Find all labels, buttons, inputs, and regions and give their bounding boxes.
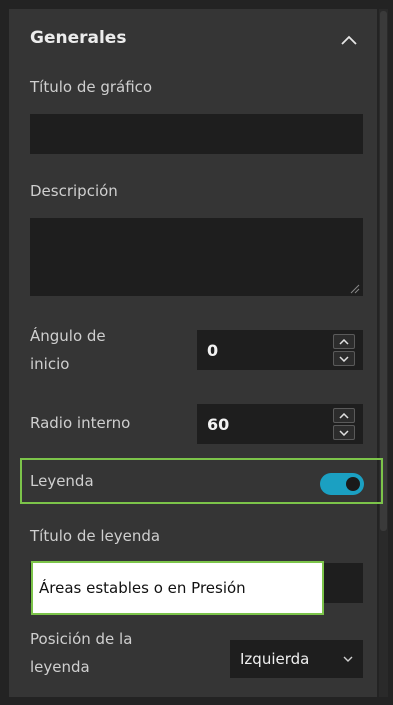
start-angle-stepper	[333, 334, 355, 366]
inner-radius-value: 60	[207, 414, 230, 434]
chevron-down-icon	[339, 429, 349, 436]
inner-radius-input[interactable]: 60	[197, 404, 363, 444]
legend-toggle[interactable]	[320, 473, 364, 495]
legend-position-select[interactable]: Izquierda	[230, 640, 363, 678]
legend-position-label-line1: Posición de la	[30, 630, 133, 648]
description-textarea[interactable]	[30, 218, 363, 296]
scrollbar-thumb[interactable]	[380, 11, 387, 531]
collapse-button[interactable]	[336, 27, 362, 53]
legend-title-input[interactable]: Áreas estables o en Presión	[31, 561, 324, 615]
resize-grip-icon[interactable]	[350, 284, 360, 294]
decrement-button[interactable]	[333, 351, 355, 366]
legend-position-label-line2: leyenda	[30, 658, 90, 676]
toggle-knob	[346, 477, 360, 491]
decrement-button[interactable]	[333, 425, 355, 440]
increment-button[interactable]	[333, 334, 355, 349]
legend-position-label: Posición de la leyenda	[30, 628, 132, 678]
scrollbar[interactable]	[379, 9, 388, 697]
start-angle-label: Ángulo de inicio	[30, 325, 106, 375]
chevron-up-icon	[339, 412, 349, 419]
start-angle-label-line2: inicio	[30, 355, 70, 373]
section-title: Generales	[30, 28, 127, 48]
legend-title-label: Título de leyenda	[30, 527, 161, 545]
chart-title-label: Título de gráfico	[30, 78, 153, 96]
chevron-down-icon	[343, 656, 353, 662]
start-angle-input[interactable]: 0	[197, 330, 363, 370]
increment-button[interactable]	[333, 408, 355, 423]
start-angle-value: 0	[207, 340, 219, 360]
start-angle-label-line1: Ángulo de	[30, 327, 106, 345]
chevron-down-icon	[339, 355, 349, 362]
chevron-up-icon	[341, 35, 357, 45]
legend-position-value: Izquierda	[240, 650, 310, 668]
description-label: Descripción	[30, 182, 118, 200]
chart-title-input[interactable]	[30, 114, 363, 154]
chevron-up-icon	[339, 338, 349, 345]
inner-radius-label: Radio interno	[30, 414, 131, 432]
inner-radius-stepper	[333, 408, 355, 440]
legend-label: Leyenda	[30, 472, 94, 490]
